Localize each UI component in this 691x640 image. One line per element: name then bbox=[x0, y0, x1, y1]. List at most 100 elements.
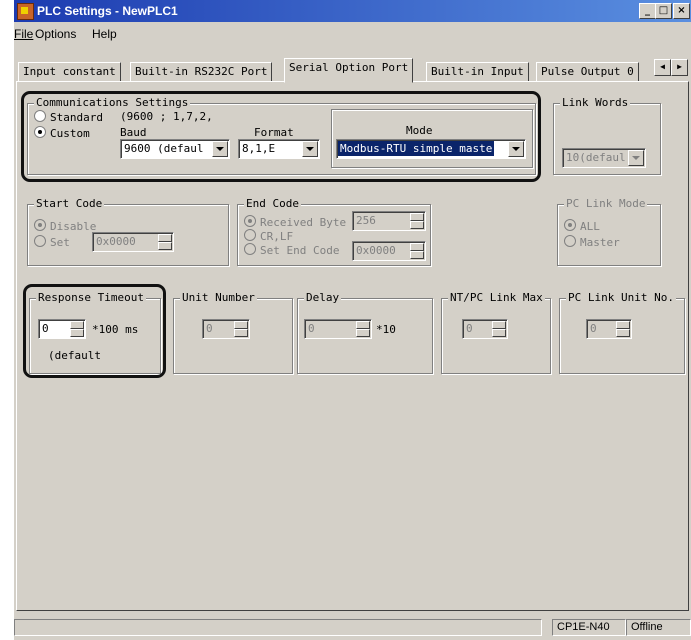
delay-value: 0 bbox=[308, 322, 315, 335]
tab-scroll-left-icon[interactable]: ◀ bbox=[654, 59, 671, 76]
format-label: Format bbox=[254, 126, 294, 139]
delay-unit: *10 bbox=[376, 323, 396, 336]
mode-label: Mode bbox=[406, 124, 433, 137]
tab-strip: Input constant Built-in RS232C Port Seri… bbox=[14, 58, 691, 83]
custom-radio[interactable]: Custom bbox=[34, 126, 90, 140]
response-timeout-value: 0 bbox=[42, 322, 49, 335]
received-byte-radio[interactable]: Received Byte bbox=[244, 215, 346, 229]
start-code-set-spinner[interactable]: 0x0000 bbox=[92, 232, 174, 252]
mode-value: Modbus-RTU simple maste bbox=[338, 141, 495, 156]
link-words-dropdown[interactable]: 10(defaul bbox=[562, 148, 646, 168]
spinner-arrows-icon[interactable] bbox=[70, 321, 84, 337]
nt-pc-link-max-spinner[interactable]: 0 bbox=[462, 319, 508, 339]
menu-file-label: File bbox=[14, 27, 34, 41]
spinner-arrows-icon[interactable] bbox=[234, 321, 248, 337]
received-byte-value: 256 bbox=[356, 214, 376, 227]
standard-radio[interactable]: Standard bbox=[34, 110, 103, 124]
end-code-group: End Code Received Byte 256 CR,LF Set End… bbox=[237, 197, 431, 266]
status-model: CP1E-N40 bbox=[552, 619, 626, 636]
response-timeout-note: (default bbox=[48, 349, 101, 362]
pc-link-master-radio[interactable]: Master bbox=[564, 235, 620, 249]
communications-settings-group: Communications Settings Standard (9600 ;… bbox=[27, 96, 536, 175]
all-radio-icon bbox=[564, 219, 576, 231]
crlf-radio[interactable]: CR,LF bbox=[244, 229, 293, 243]
custom-radio-icon bbox=[34, 126, 46, 138]
spinner-arrows-icon[interactable] bbox=[356, 321, 370, 337]
menu-bar: File Options Help bbox=[14, 24, 691, 44]
status-bar: CP1E-N40 Offline bbox=[14, 616, 691, 638]
response-timeout-group: Response Timeout 0 *100 ms (default bbox=[29, 291, 161, 374]
spinner-arrows-icon[interactable] bbox=[492, 321, 506, 337]
tab-serial-option-port[interactable]: Serial Option Port bbox=[284, 58, 414, 83]
crlf-radio-icon bbox=[244, 229, 256, 241]
pc-link-mode-legend: PC Link Mode bbox=[564, 197, 648, 210]
spinner-arrows-icon[interactable] bbox=[616, 321, 630, 337]
close-button[interactable]: × bbox=[673, 3, 690, 19]
nt-pc-link-max-group: NT/PC Link Max 0 bbox=[441, 291, 551, 374]
start-code-legend: Start Code bbox=[34, 197, 105, 210]
set-end-code-label: Set End Code bbox=[260, 244, 340, 257]
maximize-button[interactable]: □ bbox=[655, 3, 672, 19]
plc-settings-window: PLC Settings - NewPLC1 _ □ × File Option… bbox=[14, 0, 691, 640]
all-radio-label: ALL bbox=[580, 220, 600, 233]
start-code-set-radio[interactable]: Set bbox=[34, 235, 70, 249]
chevron-down-icon[interactable] bbox=[212, 141, 228, 157]
minimize-button[interactable]: _ bbox=[639, 3, 656, 19]
disable-radio-icon bbox=[34, 219, 46, 231]
mode-group: Mode Modbus-RTU simple maste bbox=[331, 109, 533, 168]
unit-number-value: 0 bbox=[206, 322, 213, 335]
spinner-arrows-icon[interactable] bbox=[158, 234, 172, 250]
communications-settings-legend: Communications Settings bbox=[34, 96, 191, 109]
baud-dropdown[interactable]: 9600 (defaul bbox=[120, 139, 230, 159]
received-byte-label: Received Byte bbox=[260, 216, 347, 229]
set-end-code-radio[interactable]: Set End Code bbox=[244, 243, 339, 257]
start-code-group: Start Code Disable Set 0x0000 bbox=[27, 197, 229, 266]
title-bar: PLC Settings - NewPLC1 _ □ × bbox=[14, 0, 691, 22]
standard-radio-label: Standard bbox=[50, 111, 103, 124]
tab-builtin-rs232c-port[interactable]: Built-in RS232C Port bbox=[130, 62, 273, 82]
set-end-code-radio-icon bbox=[244, 243, 256, 255]
status-state: Offline bbox=[626, 619, 691, 636]
set-end-code-spinner[interactable]: 0x0000 bbox=[352, 241, 426, 261]
delay-legend: Delay bbox=[304, 291, 342, 304]
tab-builtin-input[interactable]: Built-in Input bbox=[426, 62, 529, 82]
unit-number-spinner[interactable]: 0 bbox=[202, 319, 250, 339]
master-radio-icon bbox=[564, 235, 576, 247]
serial-option-port-pane: Communications Settings Standard (9600 ;… bbox=[16, 81, 689, 611]
tab-input-constant[interactable]: Input constant bbox=[18, 62, 121, 82]
chevron-down-icon[interactable] bbox=[302, 141, 318, 157]
start-code-disable-radio[interactable]: Disable bbox=[34, 219, 96, 233]
format-dropdown[interactable]: 8,1,E bbox=[238, 139, 320, 159]
menu-help[interactable]: Help bbox=[92, 27, 117, 41]
set-radio-icon bbox=[34, 235, 46, 247]
master-radio-label: Master bbox=[580, 236, 620, 249]
standard-settings-text: (9600 ; 1,7,2, bbox=[120, 110, 213, 123]
spinner-arrows-icon[interactable] bbox=[410, 243, 424, 259]
pc-link-unit-no-legend: PC Link Unit No. bbox=[566, 291, 676, 304]
chevron-down-icon[interactable] bbox=[508, 141, 524, 157]
pc-link-unit-no-group: PC Link Unit No. 0 bbox=[559, 291, 685, 374]
chevron-down-icon[interactable] bbox=[628, 150, 644, 166]
tab-scroll-arrows: ◀ ▶ bbox=[654, 59, 688, 76]
set-end-code-value: 0x0000 bbox=[356, 244, 396, 257]
tab-scroll-right-icon[interactable]: ▶ bbox=[671, 59, 688, 76]
nt-pc-link-max-value: 0 bbox=[466, 322, 473, 335]
tab-pulse-output-0[interactable]: Pulse Output 0 bbox=[536, 62, 639, 82]
status-empty-cell bbox=[14, 619, 542, 636]
pc-link-unit-no-spinner[interactable]: 0 bbox=[586, 319, 632, 339]
link-words-legend: Link Words bbox=[560, 96, 631, 109]
response-timeout-spinner[interactable]: 0 bbox=[38, 319, 86, 339]
pc-link-all-radio[interactable]: ALL bbox=[564, 219, 600, 233]
spinner-arrows-icon[interactable] bbox=[410, 213, 424, 229]
menu-options[interactable]: Options bbox=[35, 27, 76, 41]
received-byte-spinner[interactable]: 256 bbox=[352, 211, 426, 231]
nt-pc-link-max-legend: NT/PC Link Max bbox=[448, 291, 545, 304]
delay-spinner[interactable]: 0 bbox=[304, 319, 372, 339]
menu-file[interactable]: File bbox=[14, 27, 33, 41]
custom-radio-label: Custom bbox=[50, 127, 90, 140]
mode-dropdown[interactable]: Modbus-RTU simple maste bbox=[336, 139, 526, 159]
plc-app-icon bbox=[17, 3, 34, 20]
window-title: PLC Settings - NewPLC1 bbox=[37, 4, 178, 18]
set-radio-label: Set bbox=[50, 236, 70, 249]
link-words-value: 10(defaul bbox=[566, 151, 626, 164]
